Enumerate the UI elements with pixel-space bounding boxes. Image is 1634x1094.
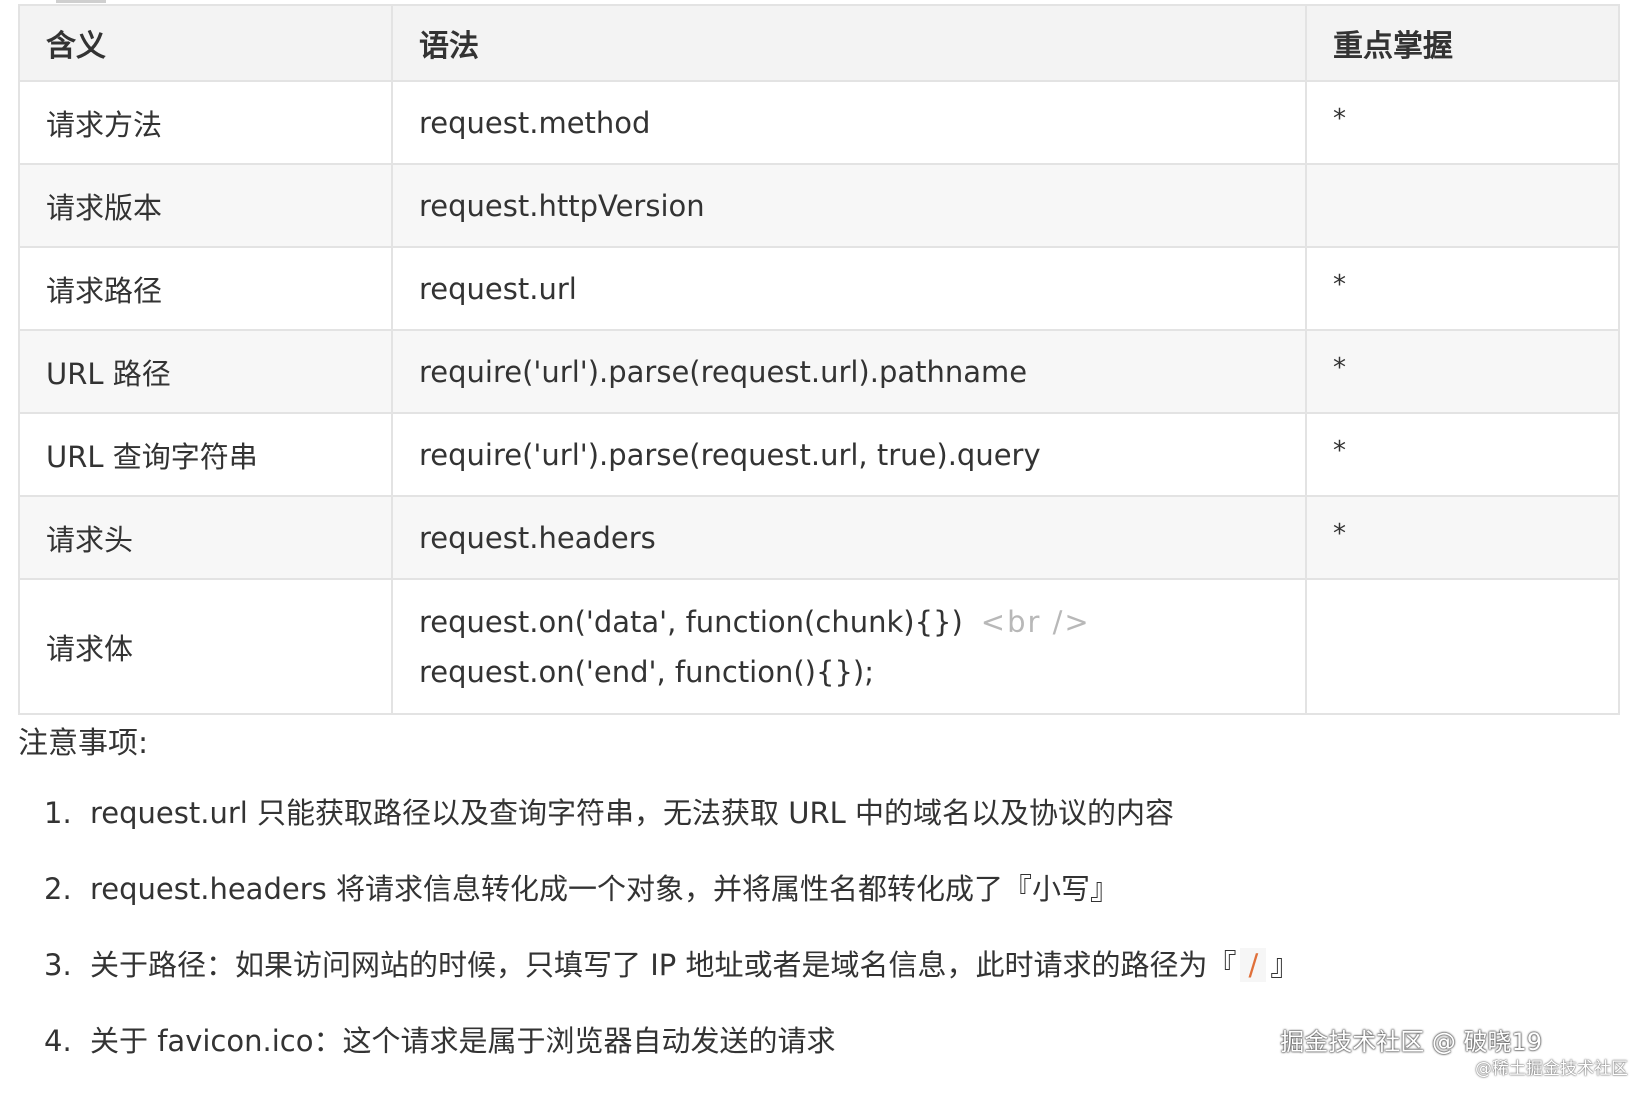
table-row: 请求方法 request.method * — [18, 80, 1620, 165]
list-item: 1. request.url 只能获取路径以及查询字符串，无法获取 URL 中的域… — [44, 790, 1544, 866]
list-item-text: 关于路径：如果访问网站的时候，只填写了 IP 地址或者是域名信息，此时请求的路径… — [90, 948, 1237, 982]
cell-syntax: request.method — [391, 80, 1307, 165]
table-row: 请求头 request.headers * — [18, 495, 1620, 580]
syntax-text: request.on('data', function(chunk){}) — [419, 604, 963, 639]
cell-meaning: URL 查询字符串 — [18, 412, 393, 497]
request-properties-table: 含义 语法 重点掌握 请求方法 request.method * 请求版本 re… — [18, 4, 1620, 715]
list-item-number: 1. — [44, 796, 72, 830]
cell-syntax: request.httpVersion — [391, 163, 1307, 248]
watermark-small: @稀土掘金技术社区 — [1475, 1059, 1628, 1079]
cell-syntax: require('url').parse(request.url, true).… — [391, 412, 1307, 497]
cell-syntax: require('url').parse(request.url).pathna… — [391, 329, 1307, 414]
list-item: 3. 关于路径：如果访问网站的时候，只填写了 IP 地址或者是域名信息，此时请求的… — [44, 942, 1544, 1018]
table-row: URL 查询字符串 require('url').parse(request.u… — [18, 412, 1620, 497]
table-row: URL 路径 require('url').parse(request.url)… — [18, 329, 1620, 414]
table-row: 请求体 request.on('data', function(chunk){}… — [18, 578, 1620, 715]
cell-syntax: request.url — [391, 246, 1307, 331]
cell-key-star: * — [1305, 329, 1620, 414]
cell-syntax: request.headers — [391, 495, 1307, 580]
br-tag-text: <br /> — [980, 604, 1091, 639]
list-item: 2. request.headers 将请求信息转化成一个对象，并将属性名都转化成… — [44, 866, 1544, 942]
cell-key-star — [1305, 163, 1620, 248]
cell-meaning: 请求路径 — [18, 246, 393, 331]
notes-title: 注意事项: — [18, 726, 149, 761]
cell-meaning: 请求方法 — [18, 80, 393, 165]
inline-code-slash: / — [1240, 948, 1267, 982]
cell-key-star — [1305, 578, 1620, 715]
list-item-text: request.url 只能获取路径以及查询字符串，无法获取 URL 中的域名以… — [90, 796, 1175, 830]
table-header-row: 含义 语法 重点掌握 — [18, 4, 1620, 82]
top-divider — [56, 0, 106, 3]
header-meaning: 含义 — [18, 4, 393, 82]
list-item-number: 4. — [44, 1024, 72, 1058]
cell-key-star: * — [1305, 80, 1620, 165]
cell-key-star: * — [1305, 246, 1620, 331]
cell-syntax: request.on('data', function(chunk){}) <br… — [391, 578, 1307, 715]
cell-meaning: 请求头 — [18, 495, 393, 580]
cell-key-star: * — [1305, 412, 1620, 497]
cell-meaning: URL 路径 — [18, 329, 393, 414]
cell-meaning: 请求体 — [18, 578, 393, 715]
list-item-text: 关于 favicon.ico：这个请求是属于浏览器自动发送的请求 — [90, 1024, 836, 1058]
header-syntax: 语法 — [391, 4, 1307, 82]
list-item-text: request.headers 将请求信息转化成一个对象，并将属性名都转化成了『… — [90, 872, 1119, 906]
list-item-number: 2. — [44, 872, 72, 906]
header-key-point: 重点掌握 — [1305, 4, 1620, 82]
list-item-number: 3. — [44, 948, 72, 982]
syntax-line: request.on('end', function(){}); — [419, 654, 874, 689]
syntax-line: request.on('data', function(chunk){}) <br… — [419, 597, 1305, 647]
table-row: 请求路径 request.url * — [18, 246, 1620, 331]
cell-key-star: * — [1305, 495, 1620, 580]
table-row: 请求版本 request.httpVersion — [18, 163, 1620, 248]
watermark: 掘金技术社区 @ 破晓19 — [1280, 1028, 1542, 1056]
cell-meaning: 请求版本 — [18, 163, 393, 248]
list-item-text-end: 』 — [1270, 948, 1300, 982]
